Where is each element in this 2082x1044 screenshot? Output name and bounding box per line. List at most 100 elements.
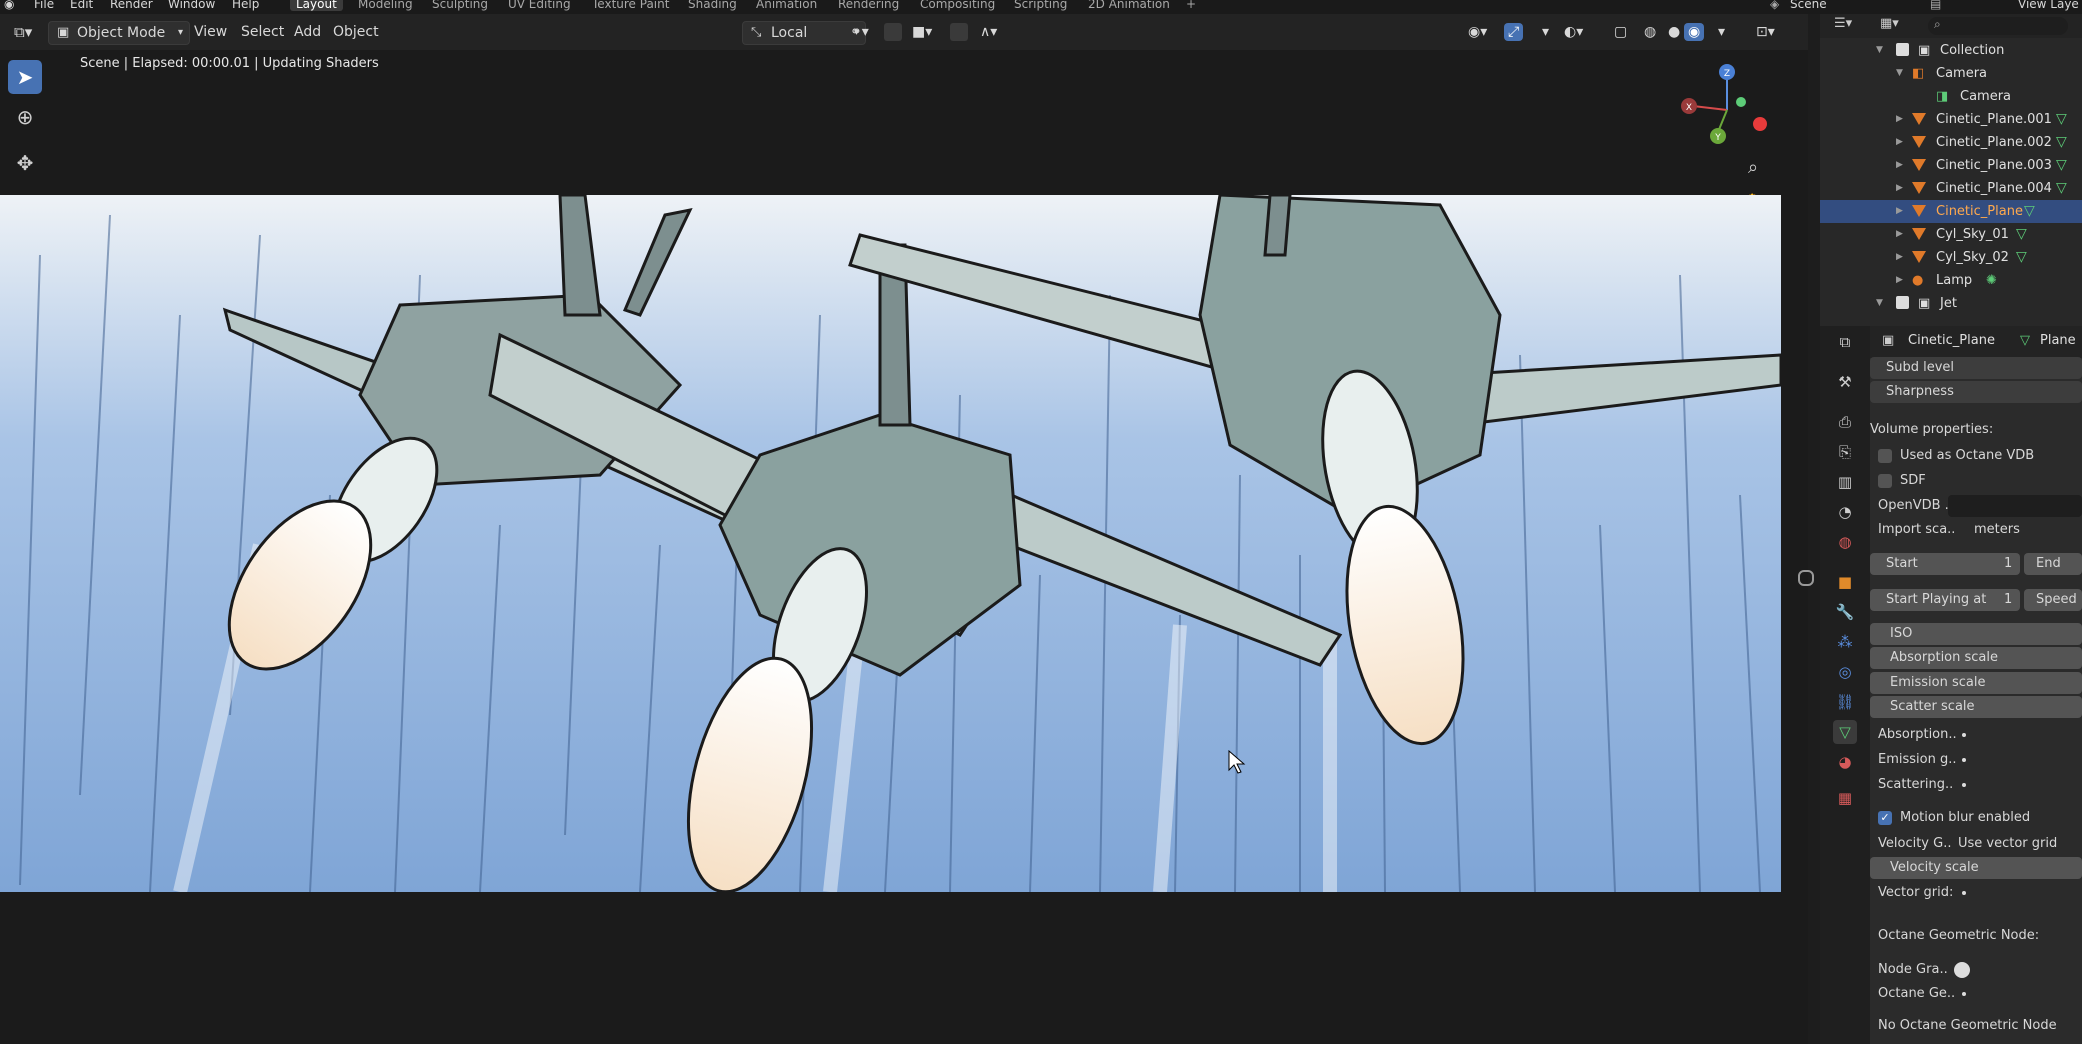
used-as-octane-vdb-checkbox[interactable] [1878, 449, 1892, 463]
sharpness-row[interactable]: Sharpness [1870, 380, 2082, 404]
collapse-arrow-icon[interactable]: ▶ [1896, 223, 1903, 246]
tab-shading[interactable]: Shading [688, 0, 737, 11]
gizmo-toggle-icon[interactable]: ⤢ [1504, 23, 1524, 41]
emission-g-row[interactable]: Emission g.. [1870, 748, 2082, 772]
menu-object[interactable]: Object [325, 21, 387, 43]
sdf-row[interactable]: SDF [1870, 469, 2082, 493]
octane-ge-row[interactable]: Octane Ge.. [1870, 982, 2082, 1006]
expand-arrow-icon[interactable]: ▼ [1876, 292, 1883, 315]
move-tool-icon[interactable]: ✥ [8, 146, 42, 180]
velocity-scale-row[interactable]: Velocity scale [1870, 856, 2082, 880]
view-layer-tab-icon[interactable]: ▥ [1833, 470, 1857, 494]
velocity-g-value[interactable]: Use vector grid [1958, 832, 2057, 856]
scene-icon[interactable]: ◈ [1770, 0, 1779, 11]
display-mode-icon[interactable]: ▦▾ [1880, 16, 1899, 31]
object-tab-icon[interactable]: ■ [1833, 570, 1857, 594]
outliner-item-cinetic-plane-003[interactable]: ▶ Cinetic_Plane.003 ▽ [1820, 154, 2082, 177]
emission-g-socket[interactable] [1962, 758, 1966, 762]
scatter-scale-row[interactable]: Scatter scale [1870, 695, 2082, 719]
object-name-label[interactable]: Cinetic_Plane [1908, 333, 1995, 348]
menu-render[interactable]: Render [110, 0, 153, 11]
material-tab-icon[interactable]: ◕ [1833, 750, 1857, 774]
collapse-arrow-icon[interactable]: ▶ [1896, 108, 1903, 131]
modifier-tab-icon[interactable]: 🔧 [1833, 600, 1857, 624]
overlays-icon[interactable]: ◐▾ [1556, 21, 1591, 43]
gizmo-dropdown-icon[interactable]: ▾ [1534, 21, 1557, 43]
menu-add[interactable]: Add [286, 21, 329, 43]
gizmo-x-positive[interactable] [1753, 117, 1767, 131]
particles-tab-icon[interactable]: ⁂ [1833, 630, 1857, 654]
viewport-sidebar-strip[interactable] [1790, 370, 1814, 1040]
openvdb-path-input[interactable] [1948, 495, 2082, 517]
menu-help[interactable]: Help [232, 0, 259, 11]
scattering-row[interactable]: Scattering.. [1870, 773, 2082, 797]
3d-viewport[interactable]: Scene | Elapsed: 00:00.01 | Updating Sha… [0, 50, 1814, 1044]
node-graph-row[interactable]: Node Gra.. [1870, 958, 2082, 982]
visibility-icon[interactable]: ◉▾ [1460, 21, 1495, 43]
outliner-editor-icon[interactable]: ☰▾ [1834, 16, 1852, 31]
used-as-octane-vdb-row[interactable]: Used as Octane VDB [1870, 444, 2082, 468]
tab-texture-paint[interactable]: Texture Paint [592, 0, 669, 11]
tab-sculpting[interactable]: Sculpting [432, 0, 488, 11]
falloff-icon[interactable]: ∧▾ [972, 21, 1005, 43]
start-playing-row[interactable]: Start Playing at 1 Speed [1870, 588, 2082, 612]
openvdb-row[interactable]: OpenVDB .. [1870, 494, 2082, 518]
vector-grid-row[interactable]: Vector grid: [1870, 881, 2082, 905]
checkbox-icon[interactable] [1896, 296, 1909, 309]
navigation-gizmo[interactable]: X Z Y [1670, 62, 1780, 152]
xray-icon[interactable]: ▢ [1606, 21, 1635, 43]
collapse-arrow-icon[interactable]: ▶ [1896, 177, 1903, 200]
tab-compositing[interactable]: Compositing [920, 0, 995, 11]
scene-selector[interactable]: Scene [1790, 0, 1827, 11]
zoom-icon[interactable]: ⌕ [1739, 154, 1767, 182]
shading-rendered-icon[interactable]: ◉ [1684, 23, 1705, 41]
tab-animation[interactable]: Animation [756, 0, 817, 11]
outliner-item-lamp[interactable]: ▶ ● Lamp ✺ [1820, 269, 2082, 292]
outliner-item-camera-data[interactable]: ◨ Camera [1820, 85, 2082, 108]
collapse-arrow-icon[interactable]: ▶ [1896, 246, 1903, 269]
constraints-tab-icon[interactable]: ⛓ [1833, 690, 1857, 714]
tab-modeling[interactable]: Modeling [358, 0, 413, 11]
outliner-item-collection[interactable]: ▼ ▣ Collection [1820, 39, 2082, 62]
scattering-socket[interactable] [1962, 783, 1966, 787]
velocity-grid-row[interactable]: Velocity G.. Use vector grid [1870, 832, 2082, 856]
view-layer-selector[interactable]: View Laye [2018, 0, 2079, 11]
tab-rendering[interactable]: Rendering [838, 0, 899, 11]
view-layer-icon[interactable]: ▤ [1930, 0, 1941, 11]
proportional-edit-icon[interactable] [950, 23, 968, 41]
add-workspace-button[interactable]: + [1186, 0, 1196, 11]
editor-type-icon[interactable]: ⧉▾ [6, 21, 40, 43]
start-row[interactable]: Start 1 End [1870, 552, 2082, 576]
outliner-item-camera[interactable]: ▼ ◧ Camera [1820, 62, 2082, 85]
snap-target-icon[interactable]: ■▾ [904, 21, 940, 43]
outliner-item-cinetic-plane-002[interactable]: ▶ Cinetic_Plane.002 ▽ [1820, 131, 2082, 154]
gizmo-y-negative[interactable] [1736, 97, 1746, 107]
scene-tab-icon[interactable]: ◔ [1833, 500, 1857, 524]
node-graph-icon[interactable] [1954, 962, 1970, 978]
iso-row[interactable]: ISO [1870, 622, 2082, 646]
collapse-arrow-icon[interactable]: ▶ [1896, 131, 1903, 154]
menu-select[interactable]: Select [233, 21, 292, 43]
tool-tab-icon[interactable]: ⚒ [1833, 370, 1857, 394]
world-tab-icon[interactable]: ◍ [1833, 530, 1857, 554]
blender-logo-icon[interactable]: ◉ [4, 0, 14, 11]
checkbox-icon[interactable] [1896, 43, 1909, 56]
expand-arrow-icon[interactable]: ▼ [1876, 39, 1883, 62]
sdf-checkbox[interactable] [1878, 474, 1892, 488]
outliner-item-jet[interactable]: ▼ ▣ Jet [1820, 292, 2082, 315]
tab-scripting[interactable]: Scripting [1014, 0, 1067, 11]
tab-uv-editing[interactable]: UV Editing [508, 0, 571, 11]
absorption-row[interactable]: Absorption.. [1870, 723, 2082, 747]
tab-layout[interactable]: Layout [290, 0, 343, 11]
motion-blur-checkbox[interactable]: ✓ [1878, 811, 1892, 825]
emission-scale-row[interactable]: Emission scale [1870, 671, 2082, 695]
cursor-tool-icon[interactable]: ⊕ [8, 100, 42, 134]
expand-arrow-icon[interactable]: ▼ [1896, 62, 1903, 85]
menu-edit[interactable]: Edit [70, 0, 93, 11]
select-box-tool-icon[interactable]: ➤ [8, 60, 42, 94]
output-tab-icon[interactable]: ⎘ [1833, 440, 1857, 464]
mesh-data-tab-icon[interactable]: ▽ [1833, 720, 1857, 744]
vector-grid-socket[interactable] [1962, 891, 1966, 895]
import-scale-value[interactable]: meters [1974, 518, 2020, 542]
subd-level-row[interactable]: Subd level [1870, 356, 2082, 380]
